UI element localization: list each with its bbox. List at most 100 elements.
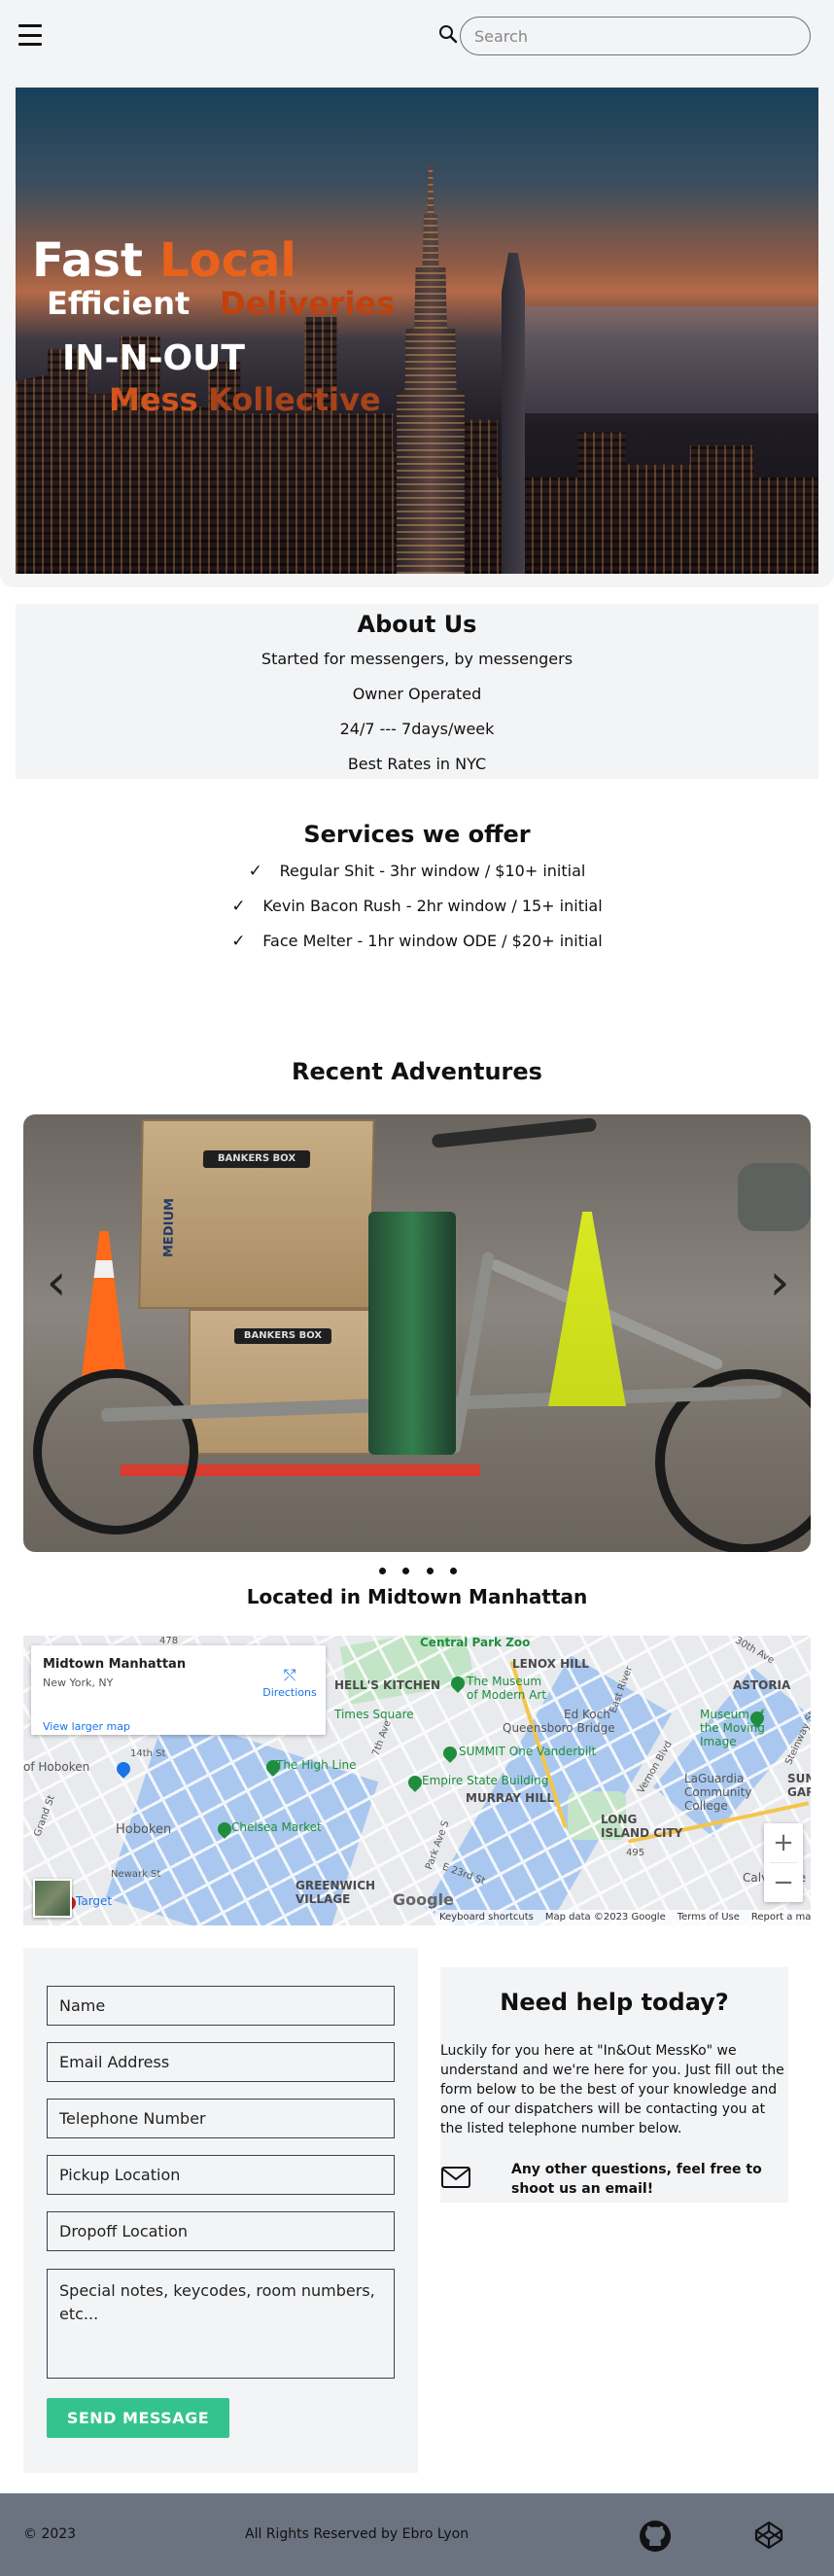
about-section: About Us Started for messengers, by mess…: [16, 604, 818, 779]
github-icon[interactable]: [639, 2520, 672, 2553]
map-label: SUMMIT One Vanderbilt: [459, 1745, 597, 1758]
box-label: BANKERS BOX: [202, 1150, 311, 1168]
cardboard-box: BANKERS BOX: [189, 1309, 378, 1455]
map-label: MURRAY HILL: [466, 1791, 554, 1805]
map-zoom-controls: + −: [764, 1823, 803, 1902]
map-label: Museum of the Moving Image: [700, 1708, 765, 1748]
map-attribution-bar: Keyboard shortcuts Map data ©2023 Google…: [435, 1910, 811, 1925]
about-line: Started for messengers, by messengers: [261, 650, 573, 668]
map-label: Ed Koch: [564, 1708, 610, 1721]
report-error-link[interactable]: Report a map error: [751, 1912, 811, 1923]
hamburger-menu-icon[interactable]: [18, 24, 42, 46]
check-icon: ✓: [231, 932, 246, 951]
hero-banner: Fast Local Efficient Deliveries IN-N-OUT…: [16, 88, 818, 574]
directions-icon: ⤲: [283, 1666, 296, 1684]
send-message-button[interactable]: SEND MESSAGE: [47, 2398, 229, 2438]
about-line: Best Rates in NYC: [347, 755, 487, 773]
dropoff-location-field[interactable]: [47, 2211, 395, 2251]
keyboard-shortcuts-link[interactable]: Keyboard shortcuts: [439, 1912, 534, 1923]
help-title: Need help today?: [500, 1989, 729, 2016]
envelope-icon[interactable]: [440, 2166, 471, 2189]
hero-empire-state-building: [397, 165, 465, 574]
telephone-field[interactable]: [47, 2099, 395, 2138]
check-icon: ✓: [248, 862, 262, 881]
codepen-icon[interactable]: [753, 2520, 784, 2551]
carousel-next-icon[interactable]: ›: [765, 1257, 794, 1308]
search-icon[interactable]: [438, 24, 458, 44]
map-place-card: Midtown Manhattan New York, NY ⤲ Directi…: [31, 1645, 326, 1735]
hero-line2-white: Efficient: [47, 285, 191, 322]
map-label: LENOX HILL: [512, 1657, 589, 1671]
directions-button[interactable]: ⤲ Directions: [261, 1666, 319, 1700]
email-note: Any other questions, feel free to shoot …: [511, 2162, 762, 2197]
map-label: The High Line: [276, 1758, 357, 1772]
carousel-indicator[interactable]: [426, 1568, 434, 1574]
view-larger-map-link[interactable]: View larger map: [43, 1720, 130, 1733]
satellite-toggle[interactable]: [33, 1879, 72, 1918]
top-header-panel: Fast Local Efficient Deliveries IN-N-OUT…: [0, 0, 834, 587]
map-label: GARD: [787, 1785, 811, 1799]
map-label: Queensboro Bridge: [503, 1721, 615, 1735]
map-place-name: Midtown Manhattan: [43, 1657, 187, 1672]
carousel-indicator[interactable]: [449, 1568, 457, 1574]
cardboard-box: BANKERS BOX MEDIUM: [138, 1119, 375, 1309]
carousel-indicator[interactable]: [402, 1568, 410, 1574]
hero-tower: [502, 253, 525, 574]
service-label: Face Melter - 1hr window ODE / $20+ init…: [262, 932, 603, 950]
adventures-title: Recent Adventures: [292, 1058, 542, 1085]
map-label: Central Park Zoo: [420, 1636, 531, 1649]
embedded-map[interactable]: Central Park Zoo LENOX HILL ASTORIA HELL…: [23, 1636, 811, 1925]
hero-water: [521, 306, 818, 413]
map-label: of Hoboken: [23, 1760, 90, 1774]
zoom-out-button[interactable]: −: [764, 1863, 803, 1902]
search-input[interactable]: [460, 17, 811, 55]
map-place-subtitle: New York, NY: [43, 1676, 114, 1689]
map-data-text: Map data ©2023 Google: [544, 1912, 666, 1923]
map-label: LONG ISLAND CITY: [601, 1813, 683, 1840]
terms-link[interactable]: Terms of Use: [678, 1912, 740, 1923]
name-field[interactable]: [47, 1986, 395, 2026]
hero-line3: IN-N-OUT: [62, 338, 245, 378]
about-title: About Us: [357, 611, 477, 638]
map-label: Target: [76, 1894, 113, 1908]
pickup-location-field[interactable]: [47, 2155, 395, 2195]
map-label: 495: [626, 1848, 645, 1858]
contact-form: SEND MESSAGE: [23, 1948, 418, 2473]
map-label: 14th St: [130, 1748, 166, 1759]
help-text: Luckily for you here at "In&Out MessKo" …: [440, 2043, 784, 2136]
special-notes-field[interactable]: [47, 2269, 395, 2379]
zoom-in-button[interactable]: +: [764, 1823, 803, 1862]
copyright-text: © 2023: [23, 2526, 77, 2542]
adventures-carousel[interactable]: BANKERS BOX MEDIUM BANKERS BOX: [23, 1114, 811, 1552]
box-label: MEDIUM: [161, 1198, 178, 1258]
handlebar: [431, 1117, 598, 1148]
carousel-indicators: [379, 1568, 457, 1577]
front-wheel: [33, 1369, 198, 1535]
service-item: ✓ Regular Shit - 3hr window / $10+ initi…: [0, 854, 834, 889]
map-label: Hoboken: [116, 1822, 172, 1837]
google-logo: Google: [393, 1890, 454, 1909]
map-label: HELL'S KITCHEN: [334, 1678, 441, 1692]
green-bag: [368, 1212, 456, 1455]
email-field[interactable]: [47, 2042, 395, 2082]
about-line: 24/7 --- 7days/week: [339, 720, 495, 738]
location-title: Located in Midtown Manhattan: [246, 1585, 588, 1608]
rights-text: All Rights Reserved by Ebro Lyon: [245, 2526, 469, 2542]
help-card: Need help today? Luckily for you here at…: [440, 1967, 788, 2203]
map-label: Chelsea Market: [231, 1820, 322, 1834]
traffic-cone: [548, 1212, 626, 1406]
grey-bag: [738, 1163, 811, 1231]
map-label: Newark St: [111, 1869, 161, 1880]
map-label: LaGuardia Community College: [684, 1772, 752, 1813]
service-item: ✓ Kevin Bacon Rush - 2hr window / 15+ in…: [0, 889, 834, 924]
carousel-prev-icon[interactable]: ‹: [42, 1257, 71, 1308]
hero-line4-b: Kollective: [208, 381, 381, 418]
carousel-indicator[interactable]: [379, 1568, 386, 1574]
map-label: Times Square: [334, 1708, 414, 1721]
services-title: Services we offer: [303, 821, 531, 848]
directions-label: Directions: [262, 1686, 317, 1699]
service-label: Regular Shit - 3hr window / $10+ initial: [279, 862, 586, 880]
hero-line1-orange: Local: [159, 233, 296, 288]
hero-line2-orange: Deliveries: [220, 285, 396, 322]
services-section: Services we offer ✓ Regular Shit - 3hr w…: [0, 815, 834, 959]
